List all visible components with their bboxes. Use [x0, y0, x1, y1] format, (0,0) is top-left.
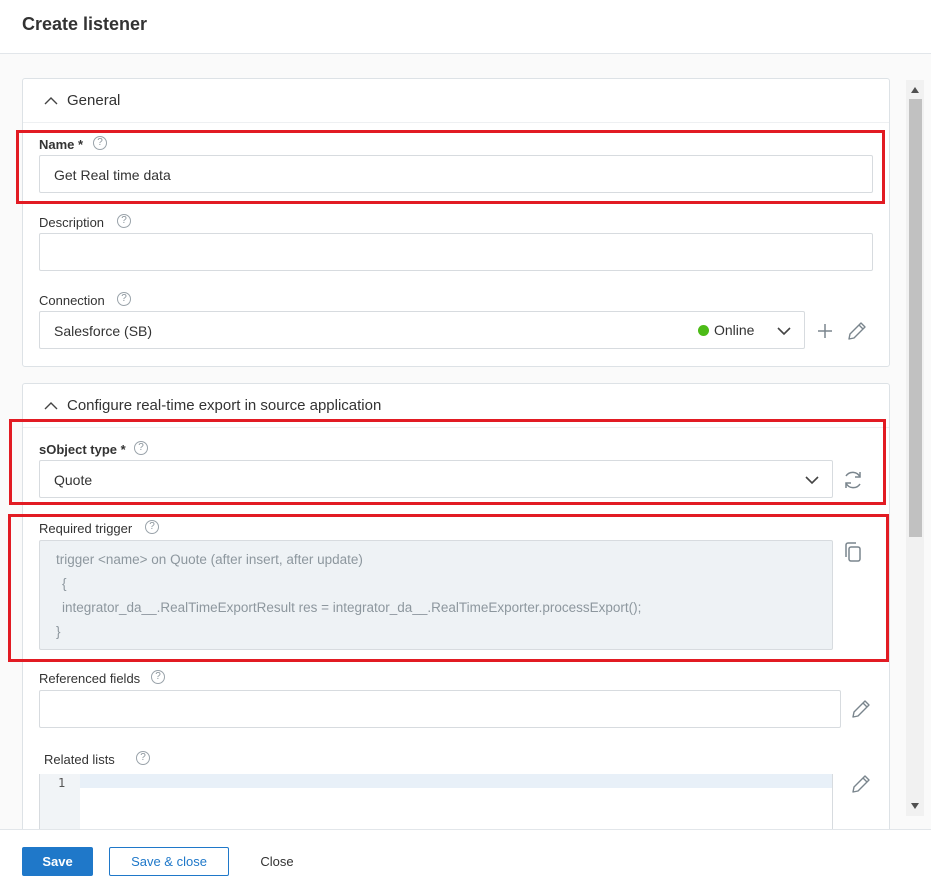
referenced-fields-help-icon[interactable]: ? — [151, 670, 165, 684]
scroll-up-arrow-icon[interactable] — [911, 87, 919, 93]
description-help-icon[interactable]: ? — [117, 214, 131, 228]
connection-status-text: Online — [714, 322, 755, 338]
name-input[interactable]: Get Real time data — [39, 155, 873, 193]
edit-connection-icon[interactable] — [845, 319, 869, 343]
general-section-header[interactable]: General — [23, 79, 889, 123]
trigger-line: trigger <name> on Quote (after insert, a… — [56, 552, 363, 567]
modal-title: Create listener — [22, 14, 148, 34]
sobject-type-help-icon[interactable]: ? — [134, 441, 148, 455]
configure-section-title: Configure real-time export in source app… — [67, 397, 382, 414]
trigger-line: { — [62, 576, 67, 591]
chevron-up-icon — [44, 402, 58, 410]
description-input[interactable] — [39, 233, 873, 271]
chevron-down-icon — [777, 327, 791, 336]
sobject-type-select[interactable]: Quote — [39, 460, 833, 498]
modal-footer: Save Save & close Close — [0, 829, 931, 887]
name-help-icon[interactable]: ? — [93, 136, 107, 150]
modal-body: General Name * ? Get Real time data Desc… — [0, 54, 931, 829]
general-panel: General Name * ? Get Real time data Desc… — [22, 78, 890, 367]
save-button[interactable]: Save — [22, 847, 93, 876]
related-lists-help-icon[interactable]: ? — [136, 751, 150, 765]
editor-line-number: 1 — [58, 776, 66, 790]
related-lists-label: Related lists — [44, 752, 115, 767]
connection-select-value: Salesforce (SB) — [54, 323, 153, 339]
modal-header: Create listener — [0, 0, 931, 54]
name-label: Name * — [39, 137, 84, 152]
add-connection-icon[interactable] — [813, 319, 837, 343]
connection-label: Connection — [39, 293, 105, 308]
editor-active-line — [80, 774, 832, 788]
required-trigger-code: trigger <name> on Quote (after insert, a… — [39, 540, 833, 650]
trigger-line: integrator_da__.RealTimeExportResult res… — [62, 600, 642, 615]
scroll-down-arrow-icon[interactable] — [911, 803, 919, 809]
save-and-close-button[interactable]: Save & close — [109, 847, 229, 876]
general-section-title: General — [67, 92, 121, 109]
close-button[interactable]: Close — [248, 847, 306, 876]
online-status-dot — [698, 325, 709, 336]
sobject-type-value: Quote — [54, 472, 93, 488]
trigger-line: } — [56, 624, 61, 639]
required-trigger-label: Required trigger — [39, 521, 133, 536]
related-lists-editor[interactable]: 1 — [39, 774, 833, 829]
referenced-fields-label: Referenced fields — [39, 671, 141, 686]
connection-help-icon[interactable]: ? — [117, 292, 131, 306]
required-trigger-help-icon[interactable]: ? — [145, 520, 159, 534]
edit-related-lists-icon[interactable] — [849, 772, 873, 796]
chevron-down-icon — [805, 476, 819, 485]
sobject-type-label: sObject type * — [39, 442, 126, 457]
edit-referenced-fields-icon[interactable] — [849, 697, 873, 721]
chevron-up-icon — [44, 97, 58, 105]
description-label: Description — [39, 215, 105, 230]
connection-select[interactable]: Salesforce (SB) Online — [39, 311, 805, 349]
refresh-icon[interactable] — [841, 468, 865, 492]
referenced-fields-input[interactable] — [39, 690, 841, 728]
vertical-scrollbar[interactable] — [906, 80, 924, 816]
copy-icon[interactable] — [841, 540, 865, 564]
scrollbar-thumb[interactable] — [909, 99, 922, 537]
name-input-value: Get Real time data — [54, 167, 171, 183]
configure-section-header[interactable]: Configure real-time export in source app… — [23, 384, 889, 428]
configure-panel: Configure real-time export in source app… — [22, 383, 890, 829]
